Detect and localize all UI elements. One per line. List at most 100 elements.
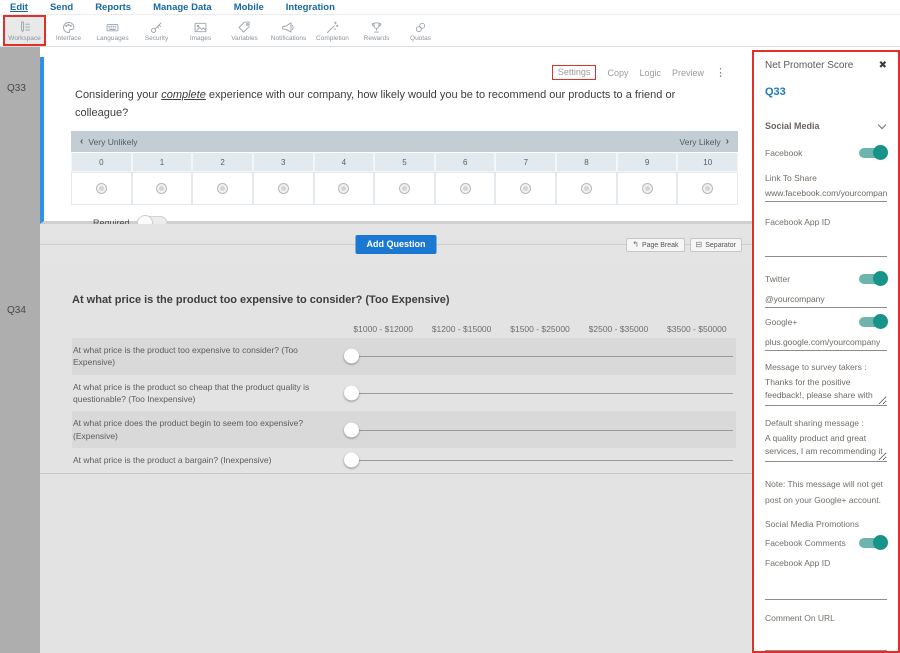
radio-icon — [399, 183, 410, 194]
toolbar-label: Images — [190, 35, 211, 42]
menu-edit[interactable]: Edit — [10, 2, 28, 13]
facebook-comments-toggle-row: Facebook Comments — [765, 538, 887, 548]
slider-track[interactable] — [351, 393, 733, 394]
nps-radio-7[interactable] — [495, 172, 556, 205]
default-sharing-message-textarea[interactable]: A quality product and great services, I … — [765, 432, 887, 462]
nps-left-anchor[interactable]: ‹ Very Unlikely — [80, 136, 137, 147]
panel-question-code[interactable]: Q33 — [765, 86, 887, 98]
social-media-section-header[interactable]: Social Media — [765, 121, 887, 131]
menu-mobile[interactable]: Mobile — [234, 2, 264, 13]
nps-radio-4[interactable] — [314, 172, 375, 205]
nps-radio-0[interactable] — [71, 172, 132, 205]
nps-radio-9[interactable] — [617, 172, 678, 205]
menu-reports[interactable]: Reports — [95, 2, 131, 13]
menu-send[interactable]: Send — [50, 2, 73, 13]
facebook-app-id-input[interactable] — [765, 243, 887, 257]
menu-manage-data[interactable]: Manage Data — [153, 2, 212, 13]
toolbar-variables[interactable]: Variables — [223, 15, 266, 46]
price-range-header: $1000 - $12000 — [344, 324, 422, 334]
nps-number: 1 — [132, 152, 193, 172]
twitter-toggle[interactable] — [859, 274, 885, 284]
nps-radio-10[interactable] — [677, 172, 738, 205]
nps-radio-5[interactable] — [374, 172, 435, 205]
toolbar-images[interactable]: Images — [179, 15, 222, 46]
slider-track[interactable] — [351, 430, 733, 431]
toolbar-rewards[interactable]: Rewards — [355, 15, 398, 46]
comment-on-url-label: Comment On URL — [765, 613, 887, 623]
slider-handle[interactable] — [344, 453, 359, 468]
radio-icon — [460, 183, 471, 194]
google-plus-toggle[interactable] — [859, 317, 885, 327]
close-icon[interactable]: ✖ — [879, 60, 887, 71]
nps-radio-1[interactable] — [132, 172, 193, 205]
nps-number: 7 — [495, 152, 556, 172]
facebook-link-input[interactable] — [765, 186, 887, 202]
nps-radio-8[interactable] — [556, 172, 617, 205]
price-slider — [344, 411, 736, 448]
key-icon — [149, 20, 164, 35]
nps-radio-2[interactable] — [192, 172, 253, 205]
nps-right-anchor[interactable]: Very Likely › — [680, 136, 729, 147]
toolbar-workspace[interactable]: Workspace — [3, 15, 46, 46]
toolbar-completion[interactable]: Completion — [311, 15, 354, 46]
google-plus-link-input[interactable] — [765, 335, 887, 351]
toolbar-languages[interactable]: Languages — [91, 15, 134, 46]
message-to-survey-takers-textarea[interactable]: Thanks for the positive feedback!, pleas… — [765, 376, 887, 406]
q34-question-title: At what price is the product too expensi… — [72, 294, 752, 306]
toolbar-interface[interactable]: Interface — [47, 15, 90, 46]
price-range-header: $1500 - $25000 — [501, 324, 579, 334]
twitter-handle-input[interactable] — [765, 292, 887, 308]
separator-button[interactable]: ⊟ Separator — [690, 238, 742, 252]
q33-gutter-label: Q33 — [7, 83, 26, 94]
menu-integration[interactable]: Integration — [286, 2, 335, 13]
q34-question-card[interactable]: At what price is the product too expensi… — [40, 265, 752, 653]
toolbar-security[interactable]: Security — [135, 15, 178, 46]
twitter-toggle-row: Twitter — [765, 274, 887, 284]
nps-number: 2 — [192, 152, 253, 172]
chevron-right-icon: › — [726, 136, 729, 147]
toolbar-quotas[interactable]: Quotas — [399, 15, 442, 46]
nps-radio-row — [71, 172, 738, 205]
nps-number: 4 — [314, 152, 375, 172]
comment-on-url-input[interactable] — [765, 637, 887, 651]
survey-canvas: Settings Copy Logic Preview ⋮ Considerin… — [40, 47, 752, 653]
google-plus-label: Google+ — [765, 317, 797, 327]
logic-button[interactable]: Logic — [639, 68, 661, 78]
q33-question-card[interactable]: Settings Copy Logic Preview ⋮ Considerin… — [40, 57, 752, 224]
toolbar-label: Security — [145, 35, 168, 42]
facebook-toggle-row: Facebook — [765, 148, 887, 158]
slider-handle[interactable] — [344, 422, 359, 437]
facebook-app-id-label: Facebook App ID — [765, 217, 887, 227]
toolbar-label: Variables — [231, 35, 258, 42]
preview-button[interactable]: Preview — [672, 68, 704, 78]
slider-track[interactable] — [351, 356, 733, 357]
page-break-icon: ↰ — [632, 241, 639, 249]
nps-number-row: 0 1 2 3 4 5 6 7 8 9 10 — [71, 152, 738, 172]
facebook-toggle[interactable] — [859, 148, 885, 158]
nps-right-label: Very Likely — [680, 137, 721, 147]
price-column-headers: $1000 - $12000 $1200 - $15000 $1500 - $2… — [344, 319, 736, 338]
page-break-button[interactable]: ↰ Page Break — [626, 238, 684, 252]
nps-radio-3[interactable] — [253, 172, 314, 205]
kebab-menu-icon[interactable]: ⋮ — [715, 66, 726, 79]
chevron-left-icon: ‹ — [80, 136, 83, 147]
radio-icon — [96, 183, 107, 194]
facebook-comments-toggle[interactable] — [859, 538, 885, 548]
slider-handle[interactable] — [344, 349, 359, 364]
nps-number: 10 — [677, 152, 738, 172]
palette-icon — [61, 20, 76, 35]
megaphone-icon — [281, 20, 296, 35]
toolbar-notifications[interactable]: Notifications — [267, 15, 310, 46]
nps-number: 9 — [617, 152, 678, 172]
add-question-button[interactable]: Add Question — [356, 235, 437, 254]
price-slider — [344, 375, 736, 412]
slider-handle[interactable] — [344, 385, 359, 400]
copy-button[interactable]: Copy — [607, 68, 628, 78]
radio-icon — [702, 183, 713, 194]
facebook-comments-app-id-input[interactable] — [765, 586, 887, 600]
slider-row-label: At what price is the product too expensi… — [72, 338, 344, 375]
nps-radio-6[interactable] — [435, 172, 496, 205]
settings-button[interactable]: Settings — [552, 65, 597, 80]
slider-track[interactable] — [351, 460, 733, 461]
survey-builder-app: Edit Send Reports Manage Data Mobile Int… — [0, 0, 900, 653]
